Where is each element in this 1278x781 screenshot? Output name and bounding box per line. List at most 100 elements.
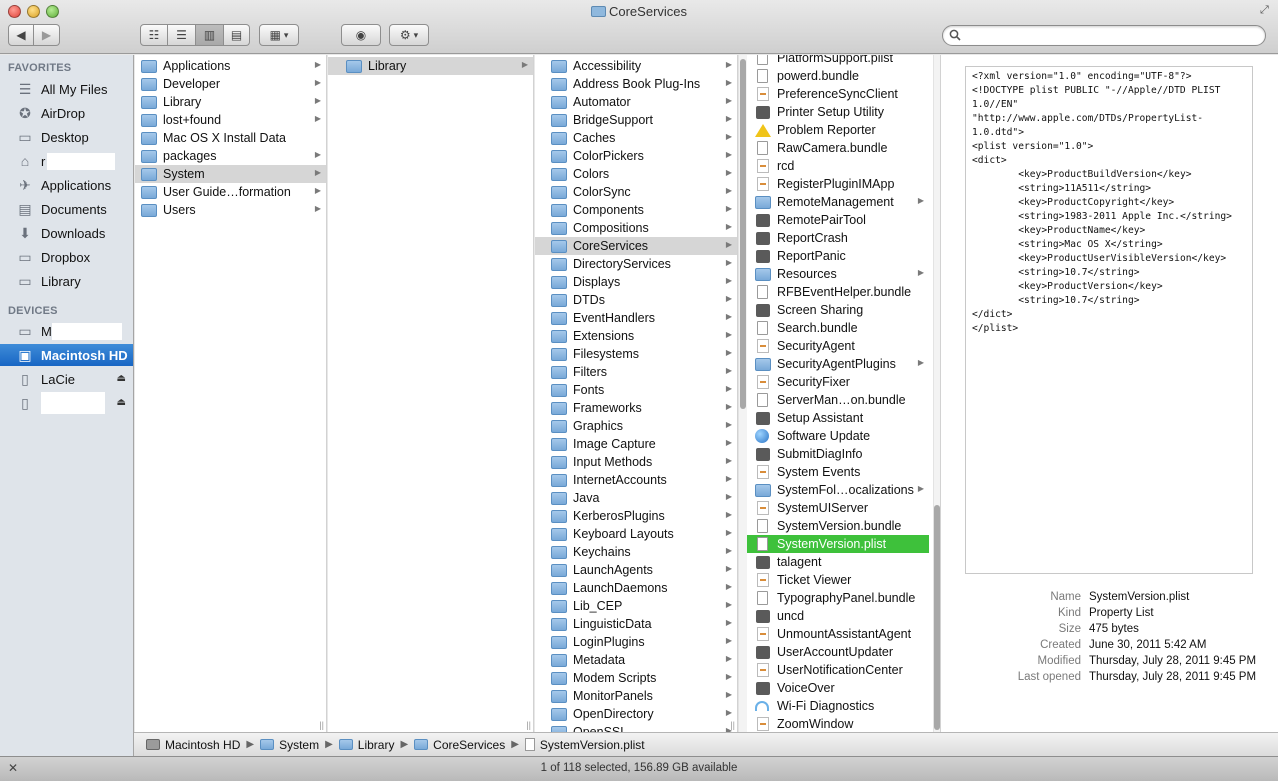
eject-icon[interactable]: ⏏ [117, 397, 126, 408]
column-resize-handle[interactable]: || [319, 720, 324, 730]
column-library-scrollbar[interactable] [738, 55, 747, 732]
list-item[interactable]: System ▶ [135, 165, 326, 183]
list-item[interactable]: User Guide…formation ▶ [135, 183, 326, 201]
list-item[interactable]: Screen Sharing [739, 301, 929, 319]
list-item[interactable]: SystemUIServer [739, 499, 929, 517]
list-item[interactable]: DTDs ▶ [535, 291, 737, 309]
scrollbar-thumb[interactable] [740, 59, 746, 409]
coverflow-view-button[interactable]: ▤ [224, 24, 250, 46]
path-segment-coreservices[interactable]: CoreServices [414, 738, 505, 752]
list-item[interactable]: ReportPanic [739, 247, 929, 265]
sidebar-item-dropbox[interactable]: ▭ Dropbox [0, 246, 133, 268]
list-item[interactable]: Developer ▶ [135, 75, 326, 93]
path-segment-library[interactable]: Library [338, 738, 394, 752]
list-item[interactable]: System Events [739, 463, 929, 481]
action-button[interactable]: ⚙ ▾ [389, 24, 429, 46]
sidebar-device-item[interactable]: ▯ ⏏ [0, 392, 133, 414]
list-item[interactable]: talagent [739, 553, 929, 571]
list-item[interactable]: EventHandlers ▶ [535, 309, 737, 327]
list-item[interactable]: SubmitDiagInfo [739, 445, 929, 463]
list-item[interactable]: Filesystems ▶ [535, 345, 737, 363]
list-item[interactable]: MonitorPanels ▶ [535, 687, 737, 705]
list-item[interactable]: lost+found ▶ [135, 111, 326, 129]
list-item[interactable]: Setup Assistant [739, 409, 929, 427]
list-item[interactable]: InternetAccounts ▶ [535, 471, 737, 489]
list-item[interactable]: RemoteManagement ▶ [739, 193, 929, 211]
sidebar-device-m[interactable]: ▭ M [0, 320, 133, 342]
list-item[interactable]: Graphics ▶ [535, 417, 737, 435]
list-item[interactable]: ReportCrash [739, 229, 929, 247]
list-item[interactable]: VoiceOver [739, 679, 929, 697]
list-item[interactable]: SystemVersion.bundle [739, 517, 929, 535]
list-item[interactable]: BridgeSupport ▶ [535, 111, 737, 129]
sidebar-item-downloads[interactable]: ⬇ Downloads [0, 222, 133, 244]
list-item[interactable]: SystemFol…ocalizations ▶ [739, 481, 929, 499]
list-item[interactable]: Ticket Viewer [739, 571, 929, 589]
list-item[interactable]: CoreServices ▶ [535, 237, 737, 255]
list-item[interactable]: Java ▶ [535, 489, 737, 507]
sidebar-item-library[interactable]: ▭ Library [0, 270, 133, 292]
list-item[interactable]: Resources ▶ [739, 265, 929, 283]
list-item[interactable]: Colors ▶ [535, 165, 737, 183]
list-item[interactable]: Wi-Fi Diagnostics [739, 697, 929, 715]
list-item[interactable]: UserAccountUpdater [739, 643, 929, 661]
icon-view-button[interactable]: ☷ [140, 24, 168, 46]
sidebar-item-r[interactable]: ⌂ r [0, 150, 133, 172]
list-item[interactable]: Image Capture ▶ [535, 435, 737, 453]
path-segment-system[interactable]: System [260, 738, 319, 752]
list-item[interactable]: LaunchAgents ▶ [535, 561, 737, 579]
list-item[interactable]: Modem Scripts ▶ [535, 669, 737, 687]
list-item[interactable]: powerd.bundle [739, 67, 929, 85]
list-item[interactable]: Printer Setup Utility [739, 103, 929, 121]
path-segment-systemversion-plist[interactable]: SystemVersion.plist [524, 738, 645, 752]
list-item[interactable]: LinguisticData ▶ [535, 615, 737, 633]
list-item[interactable]: SecurityAgentPlugins ▶ [739, 355, 929, 373]
list-item[interactable]: TypographyPanel.bundle [739, 589, 929, 607]
column-view-button[interactable]: ▥ [196, 24, 224, 46]
column-scrollbar[interactable] [933, 55, 940, 732]
column-resize-handle[interactable]: || [526, 720, 531, 730]
list-item[interactable]: LoginPlugins ▶ [535, 633, 737, 651]
list-item[interactable]: RFBEventHelper.bundle [739, 283, 929, 301]
eject-icon[interactable]: ⏏ [117, 373, 126, 384]
list-item[interactable]: Metadata ▶ [535, 651, 737, 669]
list-item[interactable]: ColorPickers ▶ [535, 147, 737, 165]
list-item[interactable]: ServerMan…on.bundle [739, 391, 929, 409]
list-item[interactable]: OpenDirectory ▶ [535, 705, 737, 723]
list-item[interactable]: Search.bundle [739, 319, 929, 337]
list-item[interactable]: RegisterPluginIMApp [739, 175, 929, 193]
sidebar-device-lacie[interactable]: ▯ LaCie ⏏ [0, 368, 133, 390]
list-item[interactable]: Accessibility ▶ [535, 57, 737, 75]
fullscreen-icon[interactable]: ⤢ [1260, 4, 1272, 16]
search-field[interactable] [942, 25, 1266, 46]
sidebar-item-applications[interactable]: ✈ Applications [0, 174, 133, 196]
scrollbar-thumb[interactable] [934, 505, 940, 730]
list-item[interactable]: Keyboard Layouts ▶ [535, 525, 737, 543]
list-item[interactable]: uncd [739, 607, 929, 625]
list-item[interactable]: Filters ▶ [535, 363, 737, 381]
list-item[interactable]: SystemVersion.plist [739, 535, 929, 553]
list-item[interactable]: Frameworks ▶ [535, 399, 737, 417]
list-item[interactable]: Applications ▶ [135, 57, 326, 75]
list-item[interactable]: Library ▶ [135, 93, 326, 111]
list-view-button[interactable]: ☰ [168, 24, 196, 46]
search-input[interactable] [965, 28, 1255, 43]
list-item[interactable]: Keychains ▶ [535, 543, 737, 561]
back-button[interactable]: ◀ [8, 24, 34, 46]
list-item[interactable]: RemotePairTool [739, 211, 929, 229]
list-item[interactable]: OpenSSL ▶ [535, 723, 737, 732]
list-item[interactable]: UserNotificationCenter [739, 661, 929, 679]
list-item[interactable]: ZoomWindow [739, 715, 929, 732]
list-item[interactable]: Components ▶ [535, 201, 737, 219]
list-item[interactable]: Displays ▶ [535, 273, 737, 291]
list-item[interactable]: UnmountAssistantAgent [739, 625, 929, 643]
sidebar-item-airdrop[interactable]: ✪ AirDrop [0, 102, 133, 124]
list-item[interactable]: packages ▶ [135, 147, 326, 165]
toggle-sidebar-icon[interactable]: ✕ [8, 761, 18, 775]
list-item[interactable]: PlatformSupport.plist [739, 55, 929, 67]
list-item[interactable]: Caches ▶ [535, 129, 737, 147]
path-segment-macintosh-hd[interactable]: Macintosh HD [146, 738, 240, 752]
list-item[interactable]: Compositions ▶ [535, 219, 737, 237]
forward-button[interactable]: ▶ [34, 24, 60, 46]
list-item[interactable]: Lib_CEP ▶ [535, 597, 737, 615]
